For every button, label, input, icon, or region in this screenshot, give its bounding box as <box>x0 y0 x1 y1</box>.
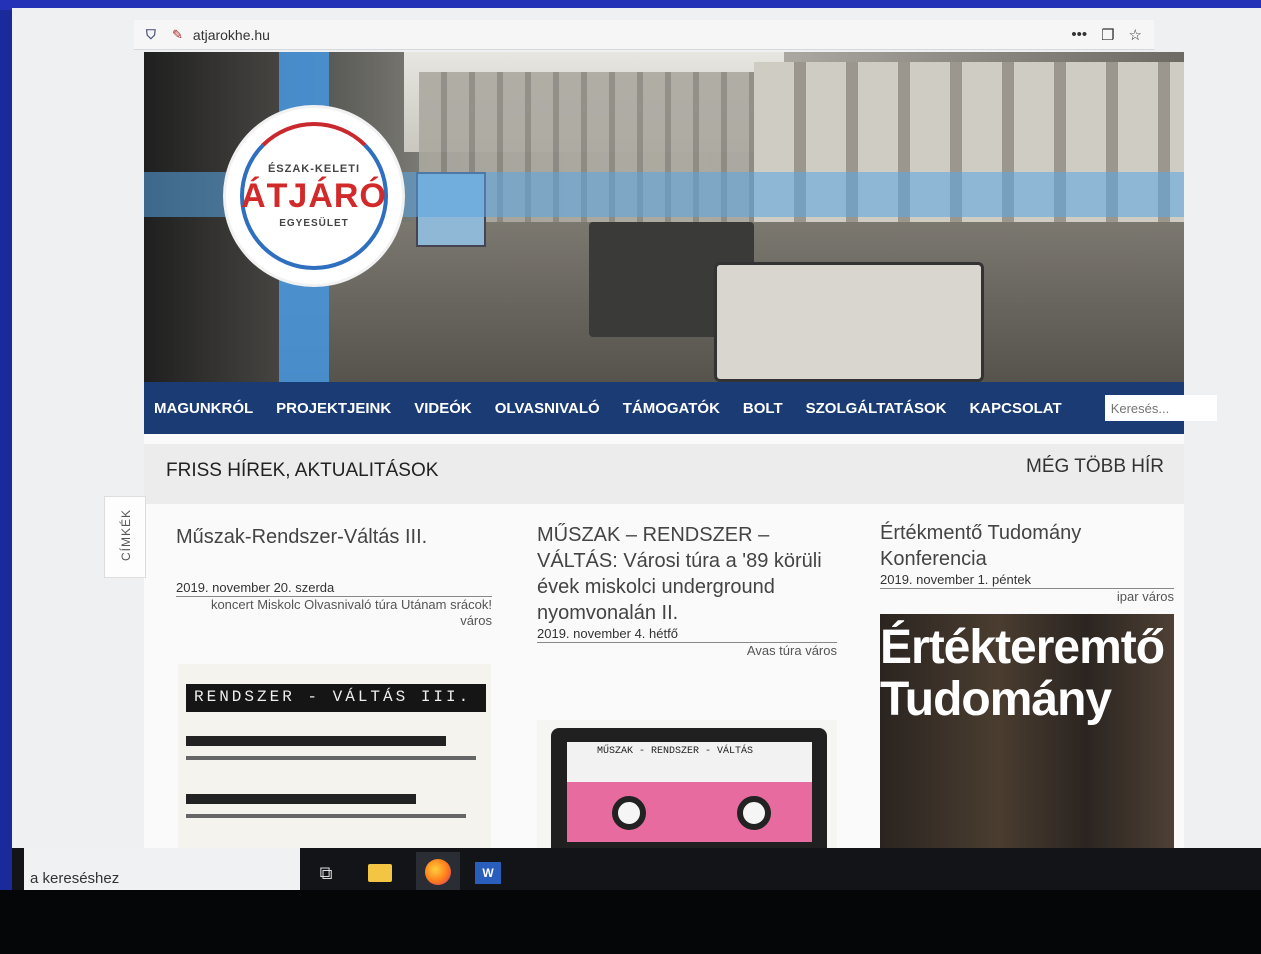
taskbar-search-text: a kereséshez <box>30 870 120 887</box>
hero-banner: ÉSZAK-KELETI ÁTJÁRÓ EGYESÜLET <box>144 52 1184 382</box>
main-nav: MAGUNKRÓL PROJEKTJEINK VIDEÓK OLVASNIVAL… <box>144 382 1217 434</box>
thumbnail-text-line <box>186 736 446 746</box>
nav-item-projektjeink[interactable]: PROJEKTJEINK <box>276 400 391 417</box>
nav-item-tamogatok[interactable]: TÁMOGATÓK <box>623 400 720 417</box>
article-card: Értékmentő Tudomány Konferencia 2019. no… <box>880 520 1174 605</box>
url-text[interactable]: atjarokhe.hu <box>193 27 270 43</box>
article-date: 2019. november 20. szerda <box>176 580 492 597</box>
article-date: 2019. november 1. péntek <box>880 572 1174 589</box>
address-bar-tools: ••• ❐ ☆ <box>1071 26 1142 44</box>
article-tags[interactable]: ipar város <box>880 589 1174 605</box>
article-tags[interactable]: Avas túra város <box>537 643 837 659</box>
nav-item-szolgaltatasok[interactable]: SZOLGÁLTATÁSOK <box>806 400 947 417</box>
pocket-icon[interactable]: ❐ <box>1101 26 1114 44</box>
search-input[interactable] <box>1104 395 1217 421</box>
thumbnail-text-line <box>186 794 416 804</box>
article-thumbnail[interactable]: Értékteremtő Tudomány <box>880 614 1174 848</box>
thumbnail-title: Értékteremtő Tudomány <box>880 621 1165 726</box>
article-card: MŰSZAK – RENDSZER – VÁLTÁS: Városi túra … <box>537 522 837 659</box>
article-title[interactable]: MŰSZAK – RENDSZER – VÁLTÁS: Városi túra … <box>537 522 837 626</box>
thumbnail-title: RENDSZER - VÁLTÁS III. <box>186 684 486 712</box>
cassette-reel <box>612 796 646 830</box>
site-info-icon[interactable]: ✎ <box>172 27 183 43</box>
article-title[interactable]: Műszak-Rendszer-Váltás III. <box>176 524 492 550</box>
bookmark-star-icon[interactable]: ☆ <box>1129 26 1142 44</box>
news-heading: FRISS HÍREK, AKTUALITÁSOK <box>166 460 439 481</box>
nav-item-magunkrol[interactable]: MAGUNKRÓL <box>154 400 253 417</box>
firefox-icon[interactable] <box>416 852 460 892</box>
article-title[interactable]: Értékmentő Tudomány Konferencia <box>880 520 1174 572</box>
nav-item-olvasnivalo[interactable]: OLVASNIVALÓ <box>495 400 600 417</box>
thumbnail-text-line <box>186 756 476 760</box>
monitor-bezel <box>0 890 1261 954</box>
article-tags[interactable]: koncert Miskolc Olvasnivaló túra Utánam … <box>176 597 492 629</box>
address-bar[interactable]: ⛉ ✎ atjarokhe.hu ••• ❐ ☆ <box>134 20 1154 50</box>
more-news-link[interactable]: MÉG TÖBB HÍR <box>1026 456 1164 478</box>
article-card: Műszak-Rendszer-Váltás III. 2019. novemb… <box>176 524 492 629</box>
word-icon[interactable] <box>472 858 504 888</box>
screen: ⛉ ✎ atjarokhe.hu ••• ❐ ☆ ÉSZAK-KELETI ÁT… <box>12 8 1261 894</box>
thumbnail-title-line-2: Tudomány <box>880 673 1112 726</box>
nav-item-kapcsolat[interactable]: KAPCSOLAT <box>969 400 1061 417</box>
thumbnail-title-line-1: Értékteremtő <box>880 621 1165 674</box>
nav-item-videok[interactable]: VIDEÓK <box>414 400 472 417</box>
tags-tab[interactable]: CÍMKÉK <box>104 496 146 578</box>
taskbar-search[interactable]: a kereséshez <box>24 848 300 894</box>
file-explorer-icon[interactable] <box>364 858 396 888</box>
article-date: 2019. november 4. hétfő <box>537 626 837 643</box>
more-actions-icon[interactable]: ••• <box>1071 26 1087 44</box>
logo-top-text: ÉSZAK-KELETI <box>267 163 361 175</box>
windows-taskbar: a kereséshez ⧉ <box>12 848 1261 894</box>
nav-item-bolt[interactable]: BOLT <box>743 400 783 417</box>
news-header: FRISS HÍREK, AKTUALITÁSOK MÉG TÖBB HÍR <box>144 444 1184 504</box>
article-thumbnail[interactable]: MŰSZAK - RENDSZER - VÁLTÁS <box>537 720 837 848</box>
article-thumbnail[interactable]: RENDSZER - VÁLTÁS III. <box>178 664 491 848</box>
logo-main-text: ÁTJÁRÓ <box>241 177 387 215</box>
site-logo[interactable]: ÉSZAK-KELETI ÁTJÁRÓ EGYESÜLET <box>226 108 402 284</box>
task-view-icon[interactable]: ⧉ <box>310 858 342 888</box>
cassette-reel <box>737 796 771 830</box>
cassette-label-top: MŰSZAK - RENDSZER - VÁLTÁS <box>567 742 812 782</box>
thumbnail-text-line <box>186 814 466 818</box>
hero-tram-light <box>714 262 984 382</box>
shield-icon[interactable]: ⛉ <box>146 27 160 43</box>
logo-bottom-text: EGYESÜLET <box>279 218 349 229</box>
thumbnail-title: MŰSZAK - RENDSZER - VÁLTÁS <box>597 746 754 757</box>
tags-tab-label: CÍMKÉK <box>119 509 133 562</box>
